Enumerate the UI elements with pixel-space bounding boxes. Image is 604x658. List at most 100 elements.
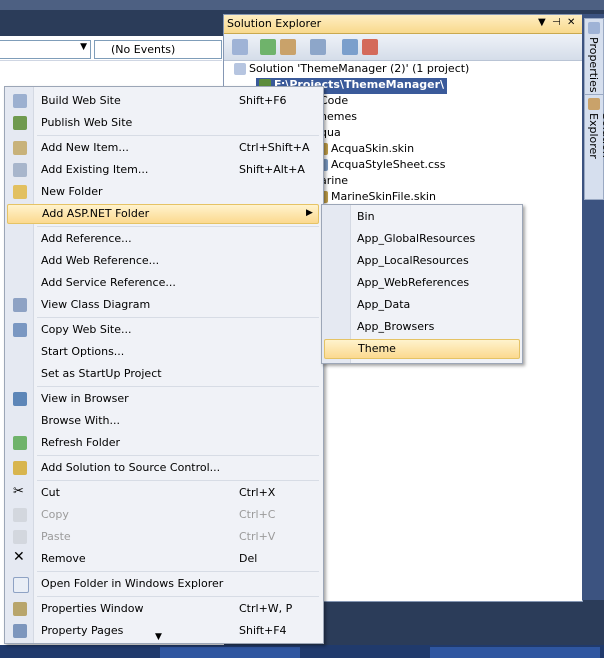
auto-hide-strip: Properties Solution Explorer xyxy=(582,14,604,600)
menu-item-build-web-site[interactable]: Build Web Site Shift+F6 xyxy=(7,91,319,111)
tree-node-folder[interactable]: hemes xyxy=(320,110,357,126)
menu-item-paste[interactable]: Paste Ctrl+V xyxy=(7,527,319,547)
menu-item-open-folder-in-explorer[interactable]: Open Folder in Windows Explorer xyxy=(7,574,319,594)
menu-item-label: App_Browsers xyxy=(357,320,435,333)
menu-item-label: App_Data xyxy=(357,298,411,311)
menu-item-view-class-diagram[interactable]: View Class Diagram xyxy=(7,295,319,315)
side-tab-label: Properties xyxy=(587,37,600,93)
tree-node-label: Solution 'ThemeManager (2)' (1 project) xyxy=(249,62,470,75)
taskbar-button[interactable] xyxy=(160,647,300,658)
tree-node-label: arine xyxy=(320,174,349,187)
menu-item-add-web-reference[interactable]: Add Web Reference... xyxy=(7,251,319,271)
menu-item-properties-window[interactable]: Properties Window Ctrl+W, P xyxy=(7,599,319,619)
menu-item-label: Start Options... xyxy=(41,345,125,358)
side-tab-solution-explorer[interactable]: Solution Explorer xyxy=(584,94,604,200)
events-combo[interactable]: (No Events) xyxy=(94,40,222,59)
refresh-icon[interactable] xyxy=(260,39,276,55)
submenu-item-app-browsers[interactable]: App_Browsers xyxy=(324,317,520,337)
menu-separator xyxy=(37,596,319,597)
tree-node-folder[interactable]: Code xyxy=(320,94,348,110)
menu-item-refresh-folder[interactable]: Refresh Folder xyxy=(7,433,319,453)
solution-explorer-icon xyxy=(588,98,600,110)
menu-item-property-pages[interactable]: Property Pages Shift+F4 xyxy=(7,621,319,641)
copy-website-icon xyxy=(13,323,27,337)
submenu-item-app-localresources[interactable]: App_LocalResources xyxy=(324,251,520,271)
menu-item-label: Add New Item... xyxy=(41,141,129,154)
submenu-item-bin[interactable]: Bin xyxy=(324,207,520,227)
class-diagram-icon xyxy=(13,298,27,312)
remove-icon: ✕ xyxy=(13,549,25,565)
open-folder-icon xyxy=(13,577,29,593)
menu-item-shortcut: Ctrl+C xyxy=(239,508,276,521)
menu-item-add-reference[interactable]: Add Reference... xyxy=(7,229,319,249)
menu-separator xyxy=(37,386,319,387)
menu-item-new-folder[interactable]: New Folder xyxy=(7,182,319,202)
menu-item-label: Add Reference... xyxy=(41,232,132,245)
tree-node-file[interactable]: AcquaStyleSheet.css xyxy=(320,158,446,174)
tree-node-label: AcquaSkin.skin xyxy=(331,142,415,155)
menu-item-label: Bin xyxy=(357,210,375,223)
menu-item-remove[interactable]: ✕ Remove Del xyxy=(7,549,319,569)
side-tab-label: Solution Explorer xyxy=(587,113,604,159)
taskbar-button[interactable] xyxy=(430,647,600,658)
ide-top-band xyxy=(0,0,604,10)
menu-item-copy-web-site[interactable]: Copy Web Site... xyxy=(7,320,319,340)
menu-item-cut[interactable]: ✂ Cut Ctrl+X xyxy=(7,483,319,503)
submenu-item-app-webreferences[interactable]: App_WebReferences xyxy=(324,273,520,293)
submenu-item-app-data[interactable]: App_Data xyxy=(324,295,520,315)
menu-item-label: Properties Window xyxy=(41,602,144,615)
side-tab-properties[interactable]: Properties xyxy=(584,18,604,96)
menu-item-label: View in Browser xyxy=(41,392,129,405)
publish-icon xyxy=(13,116,27,130)
menu-item-label: App_GlobalResources xyxy=(357,232,476,245)
build-icon xyxy=(13,94,27,108)
refresh-icon xyxy=(13,436,27,450)
tree-node-label: MarineSkinFile.skin xyxy=(331,190,436,203)
menu-item-add-new-item[interactable]: Add New Item... Ctrl+Shift+A xyxy=(7,138,319,158)
tree-node-solution[interactable]: Solution 'ThemeManager (2)' (1 project) xyxy=(234,62,469,78)
menu-item-label: Publish Web Site xyxy=(41,116,133,129)
submenu-arrow-icon: ▶ xyxy=(306,208,313,218)
properties-icon[interactable] xyxy=(232,39,248,55)
menu-separator xyxy=(37,455,319,456)
object-combo[interactable]: ▼ xyxy=(0,40,91,59)
menu-item-add-to-source-control[interactable]: Add Solution to Source Control... xyxy=(7,458,319,478)
auto-hide-pin-button[interactable]: ⊣ xyxy=(552,17,561,28)
menu-item-publish-web-site[interactable]: Publish Web Site xyxy=(7,113,319,133)
close-panel-button[interactable]: ✕ xyxy=(567,17,575,28)
menu-item-add-aspnet-folder[interactable]: Add ASP.NET Folder ▶ xyxy=(7,204,319,224)
menu-item-start-options[interactable]: Start Options... xyxy=(7,342,319,362)
menu-item-label: Add Service Reference... xyxy=(41,276,176,289)
menu-item-shortcut: Shift+F4 xyxy=(239,624,287,637)
tree-node-file[interactable]: AcquaSkin.skin xyxy=(320,142,414,158)
tree-node-folder[interactable]: arine xyxy=(320,174,348,190)
menu-item-label: Add Existing Item... xyxy=(41,163,149,176)
copy-website-icon[interactable] xyxy=(310,39,326,55)
nest-icon[interactable] xyxy=(280,39,296,55)
menu-item-copy[interactable]: Copy Ctrl+C xyxy=(7,505,319,525)
menu-item-shortcut: Ctrl+X xyxy=(239,486,276,499)
menu-separator xyxy=(37,135,319,136)
menu-item-set-startup-project[interactable]: Set as StartUp Project xyxy=(7,364,319,384)
menu-item-shortcut: Ctrl+Shift+A xyxy=(239,141,310,154)
asp-config-icon[interactable] xyxy=(362,39,378,55)
scroll-down-arrow-icon[interactable]: ▼ xyxy=(155,632,162,642)
view-class-diagram-icon[interactable] xyxy=(342,39,358,55)
menu-item-label: New Folder xyxy=(41,185,103,198)
properties-window-icon xyxy=(13,602,27,616)
menu-item-browse-with[interactable]: Browse With... xyxy=(7,411,319,431)
menu-item-view-in-browser[interactable]: View in Browser xyxy=(7,389,319,409)
aspnet-folder-submenu: Bin App_GlobalResources App_LocalResourc… xyxy=(321,204,523,364)
menu-item-label: App_WebReferences xyxy=(357,276,470,289)
menu-item-add-service-reference[interactable]: Add Service Reference... xyxy=(7,273,319,293)
solution-icon xyxy=(234,63,246,75)
window-position-button[interactable]: ▼ xyxy=(538,17,546,28)
cut-icon: ✂ xyxy=(13,484,24,499)
menu-item-add-existing-item[interactable]: Add Existing Item... Shift+Alt+A xyxy=(7,160,319,180)
menu-item-label: Cut xyxy=(41,486,60,499)
submenu-item-app-globalresources[interactable]: App_GlobalResources xyxy=(324,229,520,249)
tree-node-label: AcquaStyleSheet.css xyxy=(331,158,446,171)
menu-item-label: Add Web Reference... xyxy=(41,254,160,267)
menu-separator xyxy=(37,226,319,227)
submenu-item-theme[interactable]: Theme xyxy=(324,339,520,359)
